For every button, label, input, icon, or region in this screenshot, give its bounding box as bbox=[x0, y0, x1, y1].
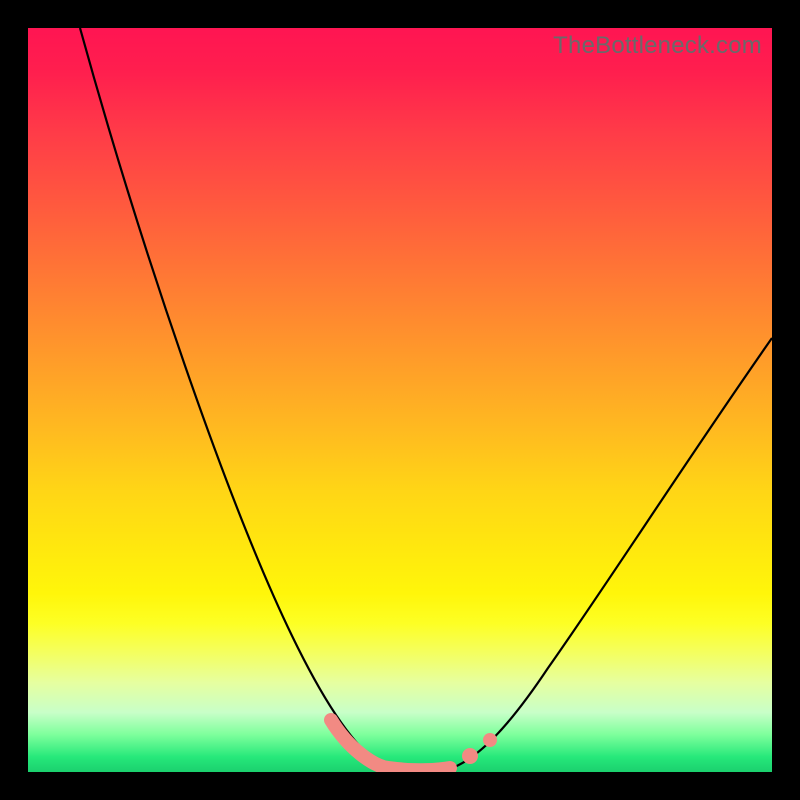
plot-area: TheBottleneck.com bbox=[28, 28, 772, 772]
curve-left-branch bbox=[80, 28, 386, 768]
valley-highlight-marker bbox=[331, 720, 450, 770]
chart-svg bbox=[28, 28, 772, 772]
chart-frame: TheBottleneck.com bbox=[0, 0, 800, 800]
curve-right-branch bbox=[452, 338, 772, 768]
marker-dot-1 bbox=[462, 748, 478, 764]
marker-dot-2 bbox=[483, 733, 497, 747]
